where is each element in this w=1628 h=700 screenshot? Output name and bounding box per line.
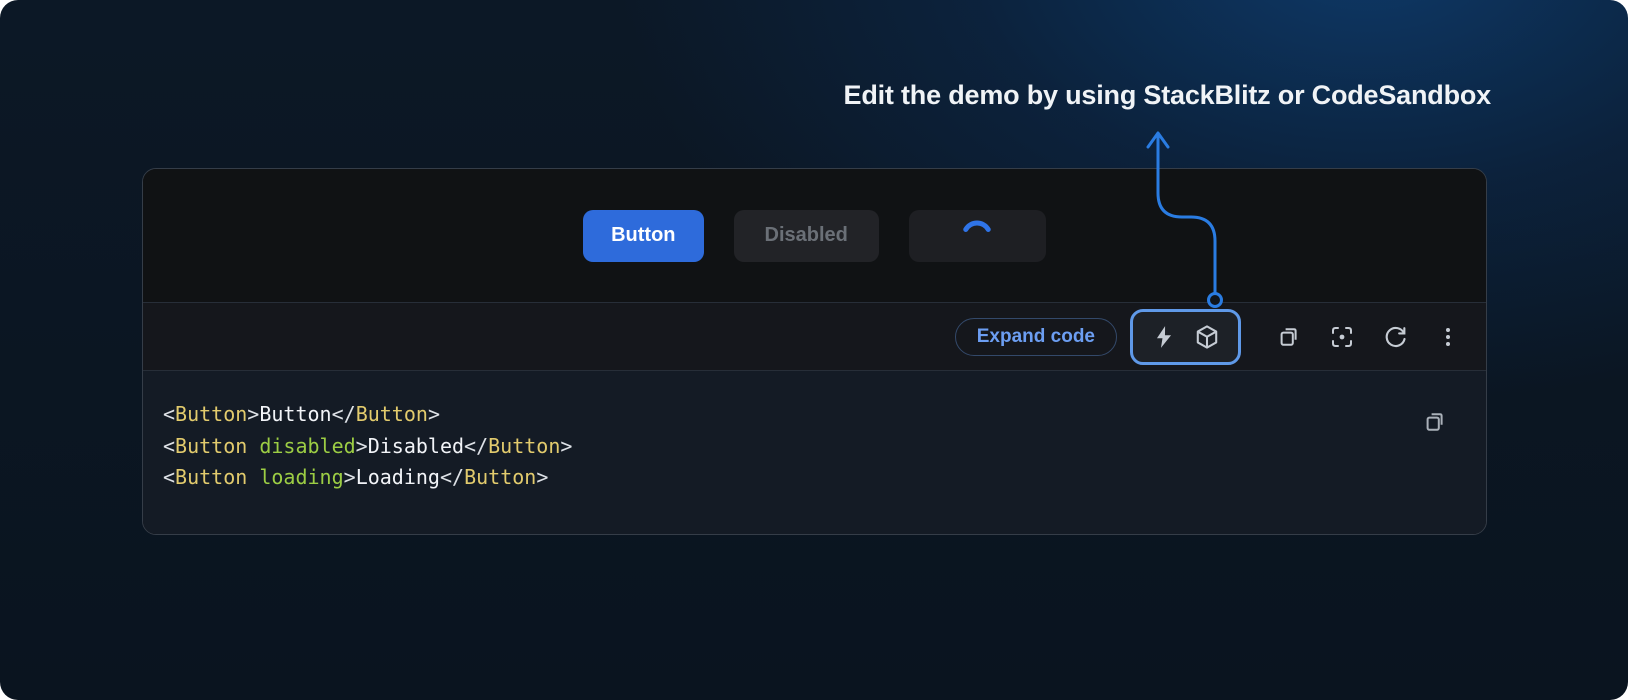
- demo-preview: Button Disabled: [143, 169, 1486, 302]
- code-lines: <Button>Button</Button><Button disabled>…: [163, 399, 572, 494]
- isolate-icon: [1329, 324, 1355, 350]
- code-line: <Button disabled>Disabled</Button>: [163, 431, 572, 463]
- demo-card: Button Disabled Expand code: [142, 168, 1487, 535]
- demo-button-disabled: Disabled: [734, 210, 879, 262]
- codesandbox-cube-icon: [1194, 324, 1220, 350]
- loading-spinner-icon: [961, 220, 993, 252]
- page-background: Edit the demo by using StackBlitz or Cod…: [0, 0, 1628, 700]
- stackblitz-button[interactable]: [1151, 324, 1177, 350]
- stackblitz-bolt-icon: [1151, 324, 1177, 350]
- codesandbox-button[interactable]: [1194, 324, 1220, 350]
- code-block: <Button>Button</Button><Button disabled>…: [143, 371, 1486, 534]
- demo-button-loading[interactable]: [909, 210, 1046, 262]
- code-line: <Button>Button</Button>: [163, 399, 572, 431]
- isolate-demo-button[interactable]: [1329, 324, 1355, 350]
- refresh-demo-button[interactable]: [1382, 324, 1408, 350]
- more-actions-button[interactable]: [1435, 324, 1461, 350]
- expand-code-button[interactable]: Expand code: [955, 318, 1117, 356]
- copy-icon: [1423, 410, 1447, 434]
- copy-icon: [1277, 325, 1301, 349]
- demo-button-primary[interactable]: Button: [583, 210, 703, 262]
- edit-demo-button-group: [1130, 309, 1241, 365]
- code-copy-button[interactable]: [1422, 409, 1448, 435]
- refresh-icon: [1383, 324, 1408, 349]
- copy-code-button[interactable]: [1276, 324, 1302, 350]
- code-line: <Button loading>Loading</Button>: [163, 462, 572, 494]
- annotation-heading: Edit the demo by using StackBlitz or Cod…: [844, 80, 1491, 111]
- kebab-menu-icon: [1435, 324, 1461, 350]
- demo-toolbar: Expand code: [143, 302, 1486, 371]
